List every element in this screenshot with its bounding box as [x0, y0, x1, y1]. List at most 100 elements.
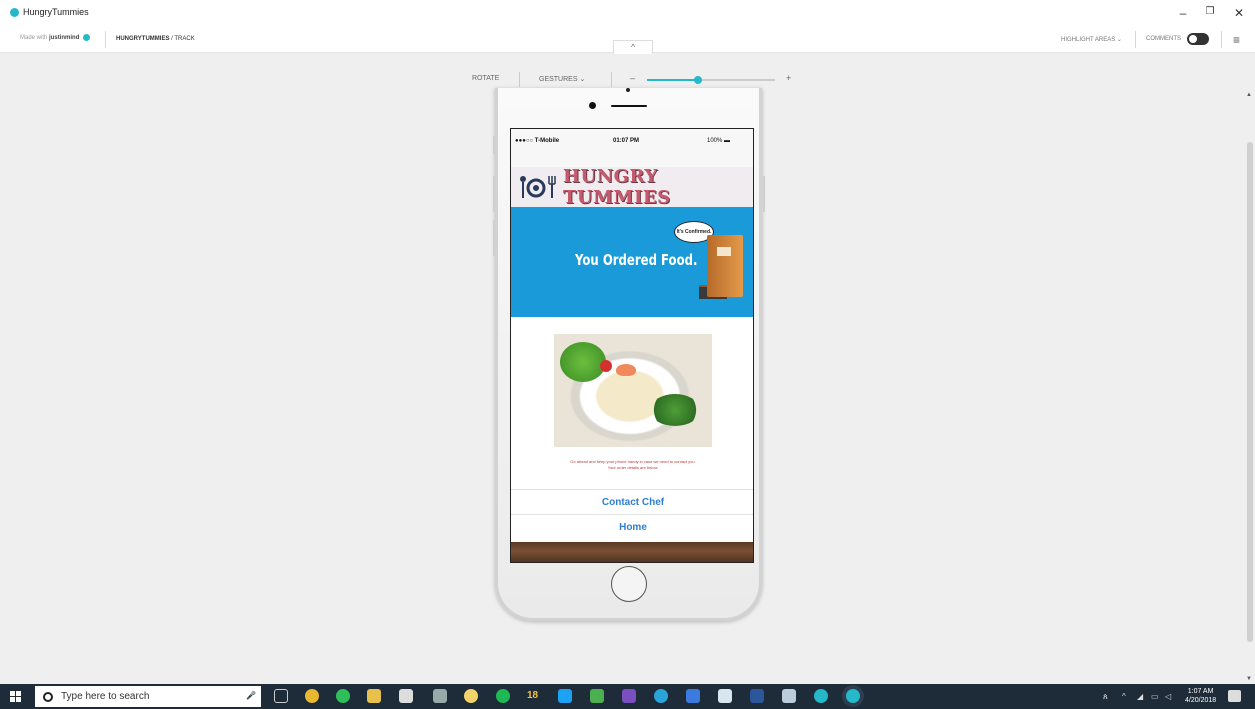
- zoom-out-button[interactable]: –: [630, 73, 635, 83]
- justinmind-icon[interactable]: [814, 689, 828, 703]
- home-button[interactable]: Home: [511, 514, 753, 539]
- scroll-down-icon[interactable]: ▼: [1246, 676, 1252, 682]
- herb-garnish: [650, 394, 700, 426]
- mail-icon[interactable]: [399, 689, 413, 703]
- lettuce-garnish: [560, 342, 606, 382]
- app-logo-icon: [10, 7, 19, 17]
- app-icon[interactable]: [782, 689, 796, 703]
- grammarly-icon[interactable]: [496, 689, 510, 703]
- carrier-label: ●●●○○ T-Mobile: [515, 138, 560, 144]
- brightness-icon[interactable]: [464, 689, 478, 703]
- scrollbar-thumb[interactable]: [1247, 142, 1253, 642]
- utensils-logo-icon: [519, 174, 559, 200]
- simulation-controls: ROTATE GESTURES ⌄ – +: [0, 72, 1255, 88]
- battery-indicator: 100% ▬: [707, 138, 731, 144]
- confirmation-banner: You Ordered Food. It's Confirmed.: [511, 207, 753, 317]
- breadcrumb-page: TRACK: [174, 36, 195, 42]
- phone-side-button: [493, 220, 495, 256]
- hungrytummies-app-icon[interactable]: [846, 689, 860, 703]
- collapse-toolbar-button[interactable]: ^: [613, 40, 653, 54]
- chrome-icon[interactable]: [305, 689, 319, 703]
- app-icon[interactable]: [433, 689, 447, 703]
- status-time: 01:07 PM: [613, 138, 640, 144]
- banner-headline: You Ordered Food.: [575, 251, 698, 269]
- gestures-dropdown[interactable]: GESTURES ⌄: [539, 75, 585, 83]
- app-icon[interactable]: [590, 689, 604, 703]
- volume-icon[interactable]: ◁: [1165, 692, 1171, 701]
- app-logo-text: HUNGRY TUMMIES: [563, 166, 671, 208]
- microphone-icon[interactable]: 🎤: [246, 691, 256, 700]
- page-scrollbar[interactable]: ▲ ▼: [1245, 88, 1255, 684]
- zoom-in-button[interactable]: +: [786, 73, 791, 83]
- network-icon[interactable]: ◢: [1137, 692, 1143, 701]
- contact-chef-button[interactable]: Contact Chef: [511, 489, 753, 514]
- zoom-slider-fill: [647, 79, 699, 81]
- app-header: HUNGRY TUMMIES: [511, 166, 753, 208]
- windows-start-icon[interactable]: [10, 691, 21, 702]
- twitter-icon[interactable]: [558, 689, 572, 703]
- comments-label: COMMENTS: [1146, 36, 1181, 42]
- restore-button[interactable]: ❐: [1202, 6, 1218, 17]
- close-button[interactable]: ✕: [1231, 6, 1247, 20]
- made-with-badge[interactable]: Made with justinmind: [20, 34, 91, 42]
- phone-side-button: [493, 176, 495, 212]
- tomato-garnish: [600, 360, 612, 372]
- phone-screen: ●●●○○ T-Mobile 01:07 PM 100% ▬ HUNGRY TU…: [510, 128, 754, 563]
- visual-studio-icon[interactable]: [622, 689, 636, 703]
- phone-side-button: [763, 176, 765, 212]
- phone-top-dot: [626, 88, 630, 92]
- breadcrumb-project[interactable]: HUNGRYTUMMIES: [116, 36, 169, 42]
- battery-icon: ▬: [724, 138, 731, 144]
- zoom-slider[interactable]: [647, 76, 775, 84]
- cortana-icon: [43, 691, 53, 702]
- controls-divider: [611, 72, 612, 87]
- order-food-image: [554, 334, 712, 447]
- people-icon[interactable]: ጰ: [1103, 692, 1108, 702]
- title-bar: HungryTummies – ❐ ✕: [0, 0, 1255, 28]
- app-icon[interactable]: [654, 689, 668, 703]
- comments-toggle[interactable]: [1187, 33, 1209, 45]
- battery-tray-icon[interactable]: ▭: [1151, 692, 1159, 701]
- chevron-down-icon: ⌄: [579, 76, 586, 83]
- phone-camera: [589, 102, 596, 109]
- whatsapp-icon[interactable]: [336, 689, 350, 703]
- scroll-up-icon[interactable]: ▲: [1246, 92, 1252, 98]
- badge-count[interactable]: 18: [527, 690, 538, 701]
- phone-frame: ●●●○○ T-Mobile 01:07 PM 100% ▬ HUNGRY TU…: [493, 88, 765, 621]
- phone-status-bar: ●●●○○ T-Mobile 01:07 PM 100% ▬: [511, 129, 753, 167]
- toolbar-divider: [1221, 31, 1222, 48]
- phone-home-button[interactable]: [611, 566, 647, 602]
- chevron-down-icon: ⌄: [1116, 37, 1122, 43]
- rotate-button[interactable]: ROTATE: [472, 75, 499, 82]
- food-bag-illustration: [707, 235, 743, 297]
- highlight-areas-dropdown[interactable]: HIGHLIGHT AREAS ⌄: [1061, 36, 1122, 43]
- task-view-icon[interactable]: [274, 689, 288, 703]
- order-message: Go ahead and keep your phone handy in ca…: [570, 459, 696, 470]
- search-placeholder: Type here to search: [61, 691, 150, 702]
- app-title: HungryTummies: [10, 7, 89, 17]
- toolbar-divider: [105, 31, 106, 48]
- file-explorer-icon[interactable]: [367, 689, 381, 703]
- phone-side-button: [493, 136, 495, 154]
- taskbar-clock[interactable]: 1:07 AM 4/20/2018: [1185, 687, 1216, 705]
- app-icon[interactable]: [718, 689, 732, 703]
- windows-taskbar: Type here to search 🎤 18 ጰ ^ ◢ ▭ ◁ 1:07 …: [0, 684, 1255, 709]
- shrimp-topping: [616, 364, 636, 376]
- app-icon[interactable]: [686, 689, 700, 703]
- show-hidden-icons[interactable]: ^: [1122, 692, 1126, 701]
- toolbar-divider: [1135, 31, 1136, 48]
- breadcrumb: HUNGRYTUMMIES / TRACK: [116, 36, 195, 42]
- word-icon[interactable]: [750, 689, 764, 703]
- made-with-brand: justinmind: [49, 35, 80, 42]
- phone-speaker: [611, 105, 647, 107]
- justinmind-logo-icon: [83, 34, 91, 41]
- taskbar-search-box[interactable]: Type here to search: [35, 686, 261, 707]
- wood-footer: [511, 542, 753, 562]
- app-title-text: HungryTummies: [23, 7, 89, 17]
- notification-icon[interactable]: [1228, 690, 1241, 702]
- bag-label-illustration: [717, 247, 731, 256]
- minimize-button[interactable]: –: [1175, 6, 1191, 20]
- menu-icon[interactable]: ≡: [1233, 33, 1240, 47]
- zoom-slider-handle[interactable]: [694, 76, 703, 84]
- controls-divider: [519, 72, 520, 87]
